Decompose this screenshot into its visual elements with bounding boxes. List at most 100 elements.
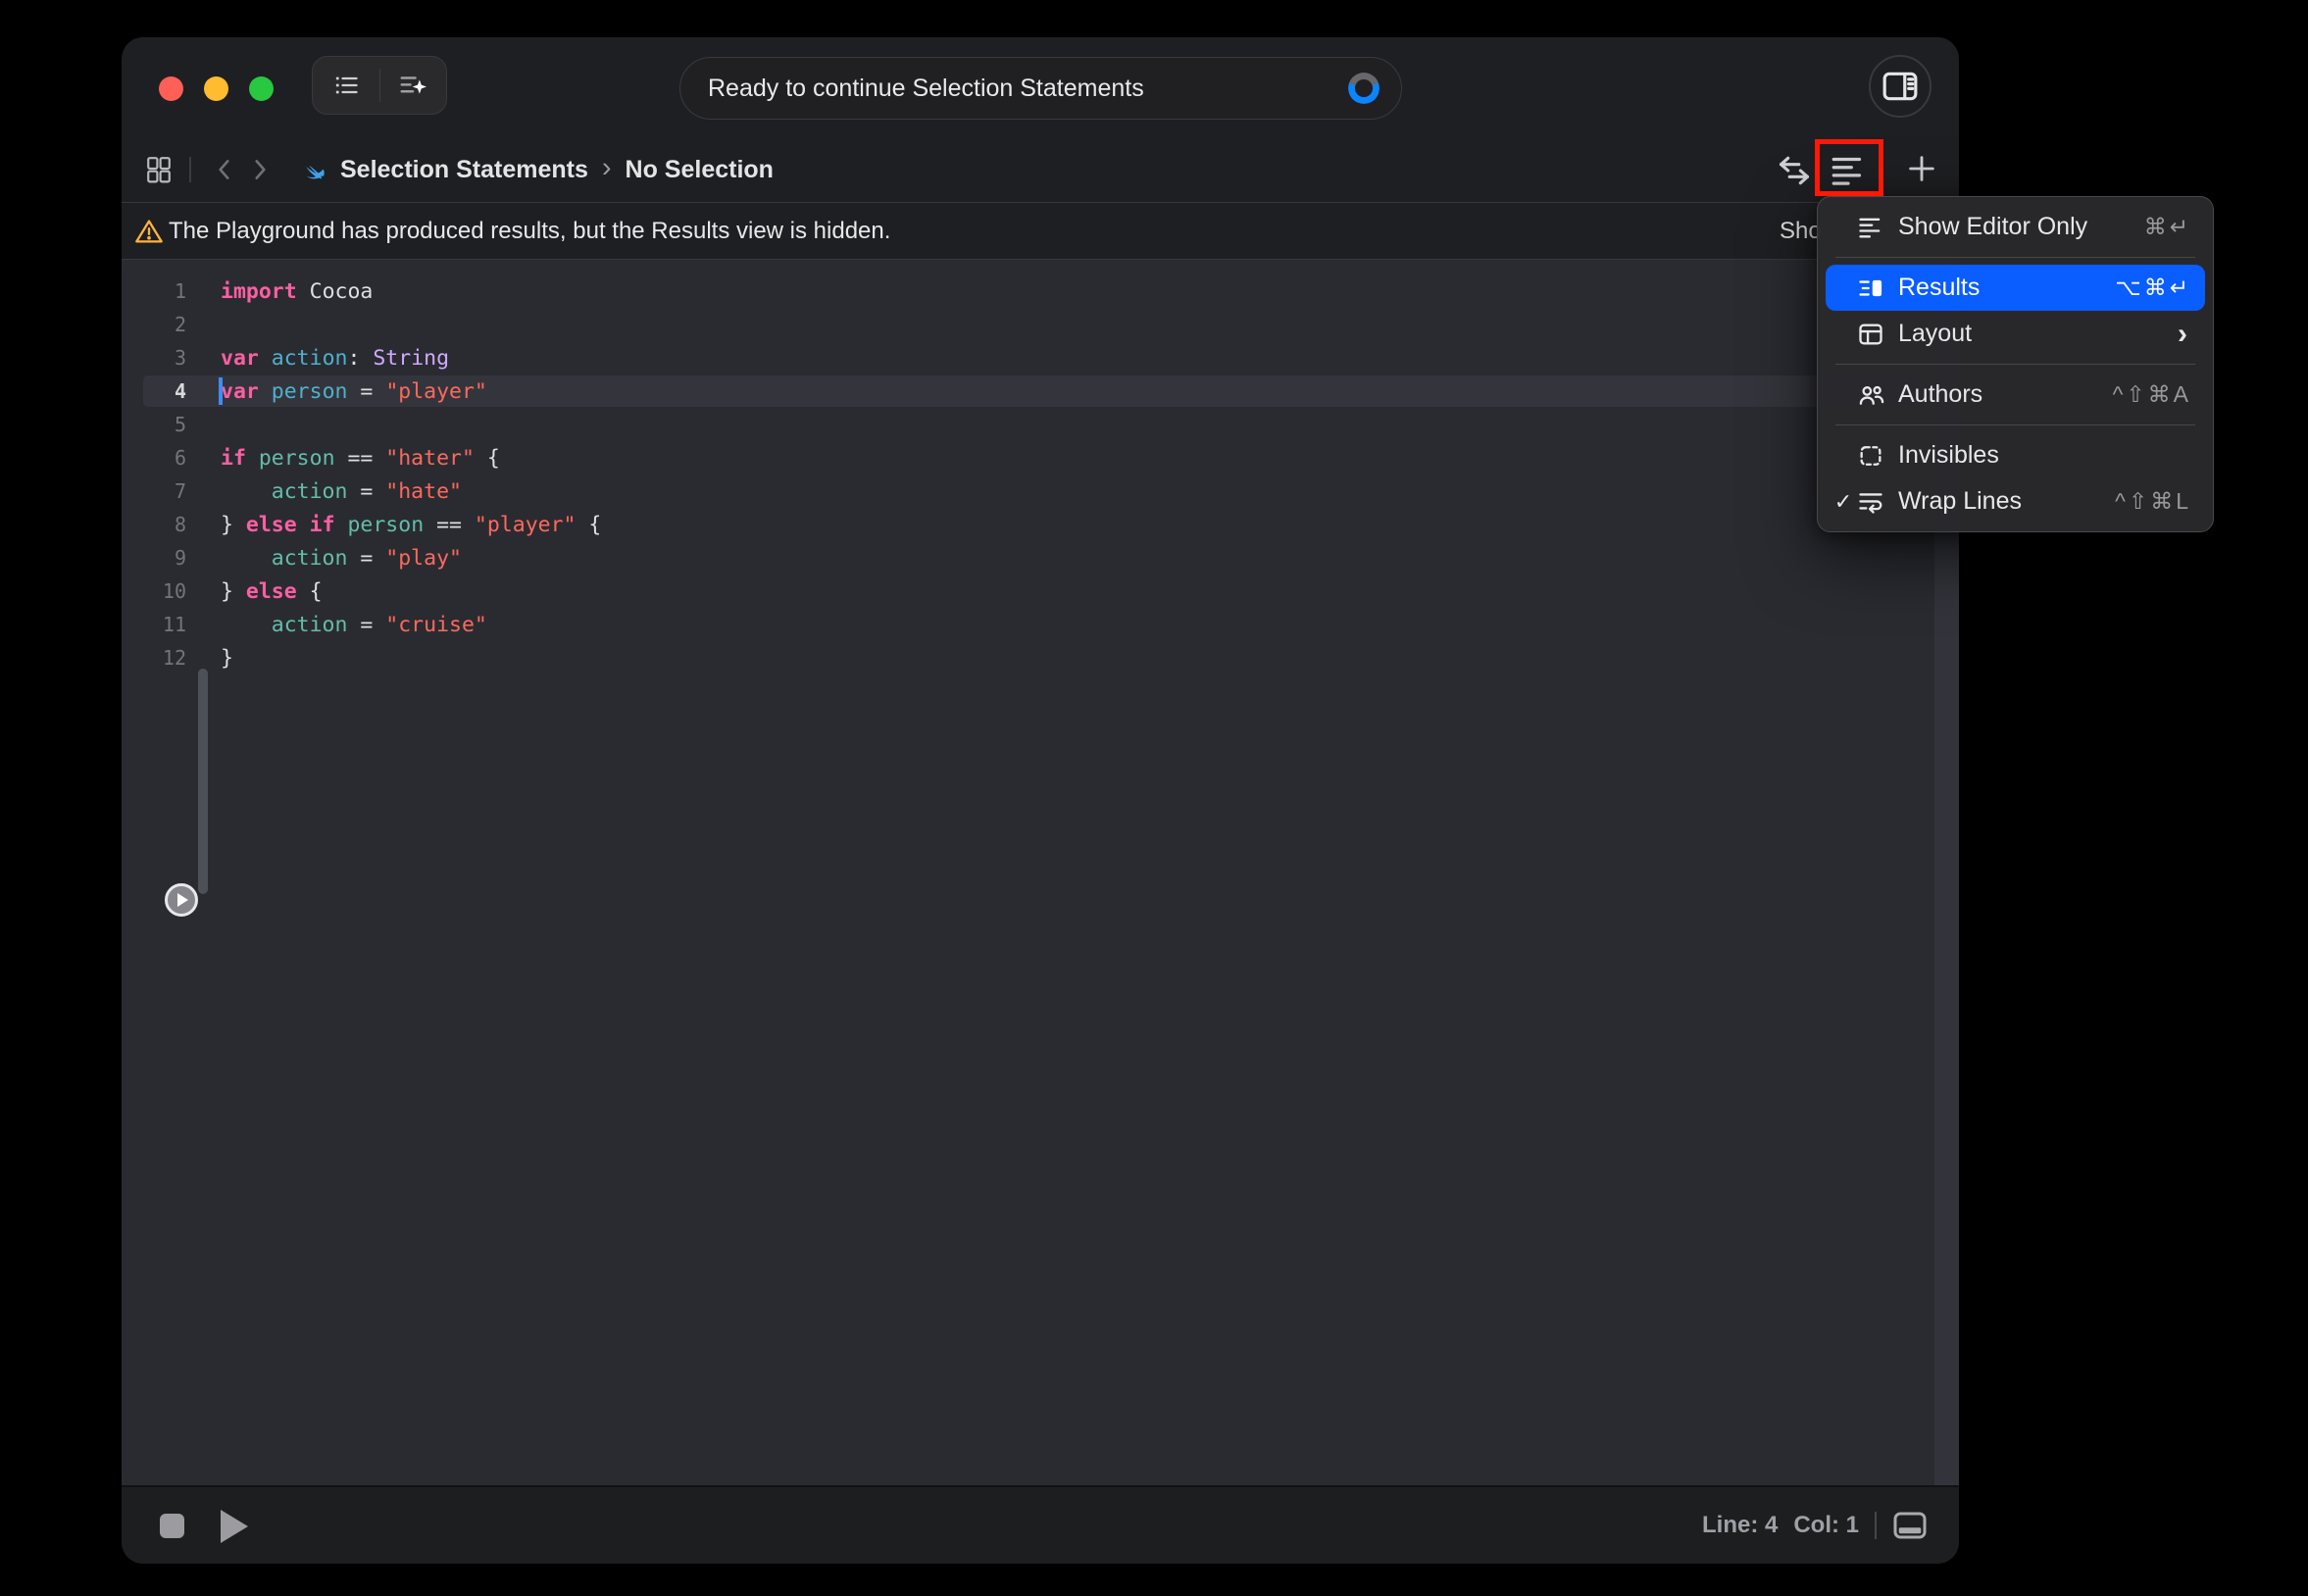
minimize-window-button[interactable] [204, 76, 228, 101]
code-line[interactable]: 3var action: String [122, 341, 1959, 374]
toggle-debug-area-button[interactable] [1892, 1511, 1928, 1540]
editor-options-menu: Show Editor Only⌘↵Results⌥⌘↵Layout›Autho… [1817, 196, 2214, 532]
code-token: { [297, 579, 323, 604]
toggle-inspector-button[interactable] [1869, 55, 1932, 118]
breadcrumb-separator: › [602, 152, 612, 184]
code-line[interactable]: 6if person == "hater" { [122, 441, 1959, 474]
menu-item-label: Layout [1898, 320, 2178, 348]
menu-item-label: Show Editor Only [1898, 213, 2144, 241]
code-token: else [246, 513, 297, 537]
text-cursor [219, 377, 223, 405]
breadcrumb-selection[interactable]: No Selection [626, 156, 774, 184]
code-line[interactable]: 9 action = "play" [122, 541, 1959, 574]
code-token: else [246, 579, 297, 604]
code-text: if person == "hater" { [221, 446, 500, 471]
code-token: person [259, 446, 335, 471]
menu-item-label: Wrap Lines [1898, 487, 2115, 516]
code-token: if [310, 513, 335, 537]
stop-button[interactable] [160, 1514, 184, 1538]
jumpbar-divider [189, 157, 191, 182]
xcode-playground-window: Ready to continue Selection Statements [122, 37, 1959, 1564]
warning-triangle-icon [134, 218, 164, 245]
ai-sparkle-list-icon[interactable] [380, 57, 447, 114]
menu-checkmark: ✓ [1830, 489, 1857, 515]
code-text: action = "play" [221, 546, 462, 571]
code-line[interactable]: 12} [122, 641, 1959, 674]
swap-editor-icon[interactable] [1776, 152, 1813, 189]
breadcrumb-file[interactable]: Selection Statements [340, 156, 588, 184]
menu-list: Show Editor Only⌘↵Results⌥⌘↵Layout›Autho… [1818, 204, 2213, 524]
column-indicator: Col: 1 [1793, 1512, 1859, 1539]
run-playground-button[interactable] [165, 883, 198, 917]
menu-shortcut: ^⇧⌘L [2115, 488, 2205, 515]
code-token: person [272, 379, 348, 404]
wrap-lines-icon [1857, 488, 1898, 516]
warning-bar: The Playground has produced results, but… [122, 202, 1959, 259]
code-line[interactable]: 10} else { [122, 574, 1959, 608]
code-token [297, 279, 310, 304]
code-text: } [221, 646, 233, 671]
code-line[interactable]: 11 action = "cruise" [122, 608, 1959, 641]
add-editor-button[interactable] [1905, 152, 1938, 185]
code-token: : [347, 346, 373, 371]
code-token [221, 546, 272, 571]
code-token: } [221, 646, 233, 671]
code-line[interactable]: 8} else if person == "player" { [122, 508, 1959, 541]
code-token: if [221, 446, 246, 471]
submenu-chevron-icon: › [2178, 318, 2205, 351]
line-number: 1 [122, 279, 186, 303]
menu-item-layout[interactable]: Layout› [1826, 311, 2205, 357]
execute-button[interactable] [221, 1510, 248, 1543]
code-token: "player" [385, 379, 487, 404]
code-line[interactable]: 1 import Cocoa [122, 274, 1959, 308]
code-token: Cocoa [310, 279, 374, 304]
code-token: = [347, 546, 385, 571]
cursor-position-status: Line: 4 Col: 1 [1702, 1487, 1928, 1564]
zoom-window-button[interactable] [249, 76, 274, 101]
menu-item-results[interactable]: Results⌥⌘↵ [1826, 265, 2205, 311]
code-token: } [221, 513, 246, 537]
code-editor[interactable]: 1 import Cocoa 23var action: String4var pe… [122, 259, 1959, 1485]
code-text: action = "hate" [221, 479, 462, 504]
line-number: 10 [122, 579, 186, 603]
line-number: 3 [122, 346, 186, 370]
debug-bar: Line: 4 Col: 1 [122, 1485, 1959, 1564]
menu-item-authors[interactable]: Authors^⇧⌘A [1826, 372, 2205, 418]
go-forward-chevron-icon[interactable] [250, 157, 270, 182]
line-number: 11 [122, 613, 186, 636]
line-indicator: Line: 4 [1702, 1512, 1778, 1539]
code-line[interactable]: 4var person = "player" [122, 374, 1959, 408]
menu-item-label: Invisibles [1898, 441, 2205, 470]
show-results-button[interactable]: Sho [1780, 218, 1822, 245]
menu-item-wrap-lines[interactable]: ✓ Wrap Lines^⇧⌘L [1826, 478, 2205, 524]
menu-item-show-editor-only[interactable]: Show Editor Only⌘↵ [1826, 204, 2205, 250]
layout-icon [1857, 321, 1898, 348]
code-token: = [347, 479, 385, 504]
code-token [221, 479, 272, 504]
code-text: action = "cruise" [221, 613, 487, 637]
code-line[interactable]: 7 action = "hate" [122, 474, 1959, 508]
go-back-chevron-icon[interactable] [215, 157, 234, 182]
activity-status-field[interactable]: Ready to continue Selection Statements [679, 57, 1402, 120]
code-token: action [272, 613, 348, 637]
line-number: 8 [122, 513, 186, 536]
close-window-button[interactable] [159, 76, 183, 101]
code-line[interactable]: 2 [122, 308, 1959, 341]
code-token: } [221, 579, 246, 604]
menu-separator [1835, 257, 2195, 258]
align-left-icon [1857, 214, 1898, 241]
code-token: import [221, 279, 297, 304]
list-bullet-icon[interactable] [313, 57, 379, 114]
code-text: } else { [221, 579, 323, 604]
code-token: "play" [385, 546, 462, 571]
menu-item-invisibles[interactable]: Invisibles [1826, 432, 2205, 478]
menu-item-label: Results [1898, 274, 2115, 302]
code-token: { [475, 446, 500, 471]
code-token: "hate" [385, 479, 462, 504]
invisibles-icon [1857, 442, 1898, 470]
code-lines: 1 import Cocoa 23var action: String4var pe… [122, 260, 1959, 674]
related-items-grid-icon[interactable] [146, 156, 172, 183]
annotation-red-box [1815, 139, 1883, 196]
code-text: var person = "player" [221, 379, 487, 404]
code-line[interactable]: 5 [122, 408, 1959, 441]
